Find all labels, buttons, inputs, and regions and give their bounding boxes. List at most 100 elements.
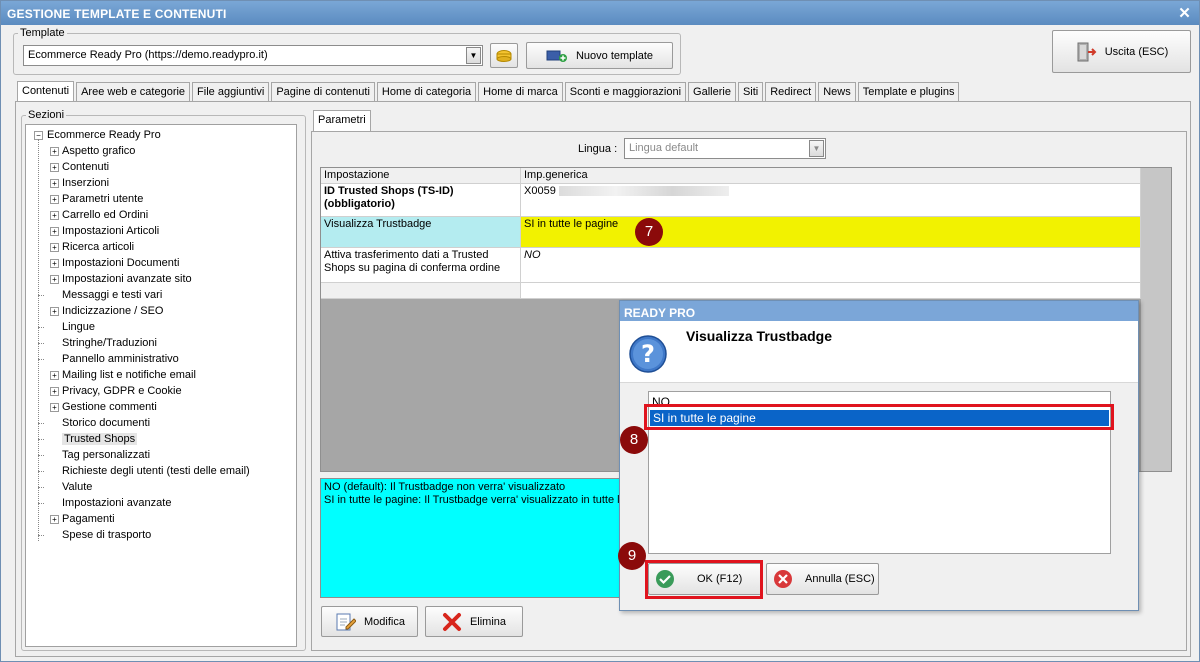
close-icon[interactable]: ✕ <box>1178 4 1191 22</box>
tree-connector <box>38 471 44 472</box>
tree-item[interactable]: Richieste degli utenti (testi delle emai… <box>38 463 250 479</box>
tab-redirect[interactable]: Redirect <box>765 82 817 102</box>
tree-root[interactable]: − Ecommerce Ready Pro <box>34 127 161 143</box>
tree-item[interactable]: + Pagamenti <box>50 511 115 527</box>
tree-item-label: Tag personalizzati <box>62 449 151 461</box>
edit-button[interactable]: Modifica <box>321 606 418 637</box>
question-icon: ? <box>629 335 667 373</box>
tree-item[interactable]: + Gestione commenti <box>50 399 157 415</box>
row-tsid-value-text: X0059 <box>524 185 556 197</box>
tree-connector <box>38 327 44 328</box>
tab-sconti[interactable]: Sconti e maggiorazioni <box>564 82 687 102</box>
tree-item[interactable]: Stringhe/Traduzioni <box>38 335 157 351</box>
chevron-down-icon[interactable]: ▼ <box>466 47 481 64</box>
tree-item[interactable]: Tag personalizzati <box>38 447 151 463</box>
tab-home-categoria[interactable]: Home di categoria <box>376 82 477 102</box>
folder-icon <box>496 50 512 62</box>
template-select[interactable]: Ecommerce Ready Pro (https://demo.readyp… <box>23 45 483 66</box>
expand-icon[interactable]: + <box>50 163 59 172</box>
expand-icon[interactable]: + <box>50 179 59 188</box>
expand-icon[interactable]: + <box>50 403 59 412</box>
expand-icon[interactable]: + <box>50 515 59 524</box>
row-transfer-value[interactable]: NO <box>521 248 1141 283</box>
new-template-button[interactable]: Nuovo template <box>526 42 673 69</box>
tab-siti[interactable]: Siti <box>737 82 764 102</box>
grid-scroll-area[interactable] <box>1141 168 1171 471</box>
cancel-label: Annulla (ESC) <box>805 573 875 585</box>
tree-item[interactable]: + Indicizzazione / SEO <box>50 303 164 319</box>
tree-item[interactable]: + Inserzioni <box>50 175 109 191</box>
row-trustbadge-setting[interactable]: Visualizza Trustbadge <box>321 217 521 248</box>
tree-item[interactable]: + Ricerca articoli <box>50 239 134 255</box>
row-tsid-value[interactable]: X0059 <box>521 184 1141 217</box>
tree-connector <box>38 487 44 488</box>
tab-file-aggiuntivi[interactable]: File aggiuntivi <box>192 82 270 102</box>
tree-item[interactable]: + Impostazioni avanzate sito <box>50 271 192 287</box>
chevron-down-icon[interactable]: ▼ <box>809 140 824 157</box>
blurred-value <box>558 186 729 197</box>
template-select-value: Ecommerce Ready Pro (https://demo.readyp… <box>28 49 268 61</box>
tree-item-label: Stringhe/Traduzioni <box>62 337 157 349</box>
tab-template-plugins[interactable]: Template e plugins <box>857 82 960 102</box>
row-tsid-setting[interactable]: ID Trusted Shops (TS-ID) (obbligatorio) <box>321 184 521 217</box>
tree-item[interactable]: Valute <box>38 479 92 495</box>
expand-icon[interactable]: + <box>50 387 59 396</box>
window-title: GESTIONE TEMPLATE E CONTENUTI <box>7 7 227 21</box>
tree-item[interactable]: Impostazioni avanzate <box>38 495 171 511</box>
tree-connector <box>38 455 44 456</box>
template-legend: Template <box>20 27 65 39</box>
tree-item[interactable]: Lingue <box>38 319 95 335</box>
expand-icon[interactable]: + <box>50 307 59 316</box>
row-empty-value <box>521 283 1141 299</box>
tree-item[interactable]: + Parametri utente <box>50 191 143 207</box>
tree-item[interactable]: + Impostazioni Articoli <box>50 223 159 239</box>
tree-item[interactable]: Messaggi e testi vari <box>38 287 162 303</box>
row-empty <box>321 283 521 299</box>
tab-contenuti[interactable]: Contenuti <box>17 81 75 102</box>
tree-item-label: Impostazioni avanzate sito <box>62 273 192 285</box>
delete-label: Elimina <box>469 615 507 628</box>
exit-button[interactable]: Uscita (ESC) <box>1052 30 1191 73</box>
expand-icon[interactable]: + <box>50 227 59 236</box>
expand-icon[interactable]: + <box>50 275 59 284</box>
dialog-header: ? Visualizza Trustbadge <box>620 321 1138 383</box>
cancel-button[interactable]: Annulla (ESC) <box>766 563 879 595</box>
tree-item[interactable]: + Privacy, GDPR e Cookie <box>50 383 182 399</box>
tab-aree-web[interactable]: Aree web e categorie <box>76 82 191 102</box>
tree-root-label: Ecommerce Ready Pro <box>47 129 161 141</box>
tree-item[interactable]: Storico documenti <box>38 415 150 431</box>
lingua-select[interactable]: Lingua default ▼ <box>624 138 826 159</box>
tree-connector <box>38 423 44 424</box>
row-trustbadge-value[interactable]: SI in tutte le pagine <box>521 217 1141 248</box>
tree-item[interactable]: + Carrello ed Ordini <box>50 207 148 223</box>
tree-item[interactable]: + Aspetto grafico <box>50 143 135 159</box>
tab-parametri[interactable]: Parametri <box>313 110 371 131</box>
tree-connector <box>38 359 44 360</box>
svg-text:?: ? <box>641 340 655 368</box>
expand-icon[interactable]: + <box>50 243 59 252</box>
tree-item-label: Inserzioni <box>62 177 110 189</box>
tree-item[interactable]: Trusted Shops <box>38 431 138 447</box>
add-template-icon <box>546 50 567 62</box>
expand-icon[interactable]: + <box>50 195 59 204</box>
tree-item[interactable]: + Mailing list e notifiche email <box>50 367 196 383</box>
expand-icon[interactable]: + <box>50 211 59 220</box>
tab-news[interactable]: News <box>818 82 856 102</box>
tree-item-label: Contenuti <box>62 161 110 173</box>
tab-home-marca[interactable]: Home di marca <box>478 82 563 102</box>
expand-icon[interactable]: + <box>50 147 59 156</box>
delete-button[interactable]: Elimina <box>425 606 523 637</box>
tab-gallerie[interactable]: Gallerie <box>688 82 736 102</box>
main-window: GESTIONE TEMPLATE E CONTENUTI ✕ Template… <box>0 0 1200 662</box>
tree-item[interactable]: + Impostazioni Documenti <box>50 255 179 271</box>
tree-item[interactable]: Spese di trasporto <box>38 527 151 543</box>
open-template-button[interactable] <box>490 43 518 68</box>
row-transfer-setting[interactable]: Attiva trasferimento dati a Trusted Shop… <box>321 248 521 283</box>
step-marker-7: 7 <box>635 218 663 246</box>
expand-icon[interactable]: + <box>50 371 59 380</box>
tree-item[interactable]: + Contenuti <box>50 159 109 175</box>
tree-item[interactable]: Pannello amministrativo <box>38 351 179 367</box>
tab-pagine-contenuti[interactable]: Pagine di contenuti <box>271 82 375 102</box>
expand-icon[interactable]: + <box>50 259 59 268</box>
step-marker-9: 9 <box>618 542 646 570</box>
